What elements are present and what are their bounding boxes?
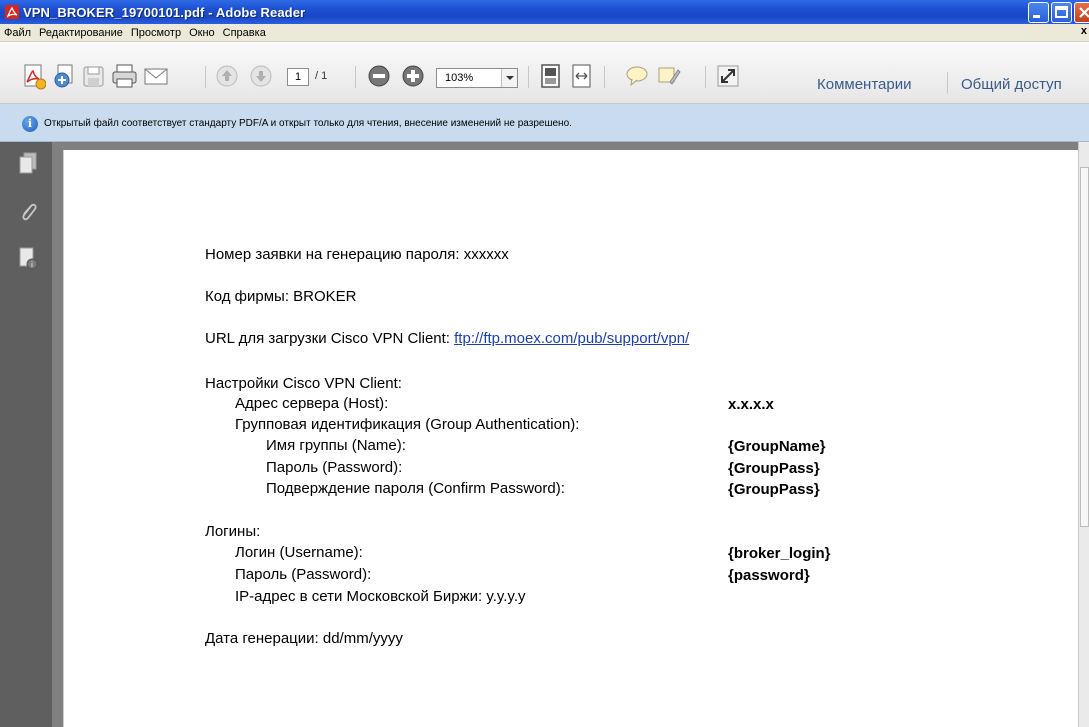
request-number-value: xxxxxx bbox=[463, 246, 509, 263]
next-page-icon[interactable] bbox=[248, 62, 274, 94]
ip-address-label: IP-адрес в сети Московской Биржи: bbox=[235, 588, 487, 605]
comments-tab[interactable]: Комментарии bbox=[817, 76, 911, 93]
generation-date-line: Дата генерации: dd/mm/yyyy bbox=[205, 630, 403, 647]
menu-edit[interactable]: Редактирование bbox=[35, 27, 127, 39]
group-confirm-label: Подверждение пароля (Confirm Password): bbox=[266, 480, 565, 497]
group-name-label: Имя группы (Name): bbox=[266, 437, 406, 454]
password-value: {password} bbox=[728, 567, 810, 584]
fit-page-icon[interactable] bbox=[539, 62, 563, 94]
download-url-link[interactable]: ftp://ftp.moex.com/pub/support/vpn/ bbox=[454, 330, 689, 347]
download-url-label: URL для загрузки Cisco VPN Client: bbox=[205, 330, 455, 347]
password-label: Пароль (Password): bbox=[235, 566, 372, 583]
group-name-value: {GroupName} bbox=[728, 438, 826, 455]
pdf-page: Номер заявки на генерацию пароля: xxxxxx… bbox=[63, 150, 1081, 727]
zoom-select[interactable]: 103% bbox=[436, 68, 518, 88]
settings-title: Настройки Cisco VPN Client: bbox=[205, 375, 402, 392]
previous-page-icon[interactable] bbox=[214, 62, 240, 94]
navigation-panel: i bbox=[0, 142, 52, 727]
generation-date-value: dd/mm/yyyy bbox=[322, 630, 403, 647]
save-icon[interactable] bbox=[82, 62, 106, 94]
maximize-button[interactable] bbox=[1051, 2, 1072, 23]
group-password-label: Пароль (Password): bbox=[266, 459, 403, 476]
scrollbar-thumb[interactable] bbox=[1080, 167, 1089, 527]
group-password-value: {GroupPass} bbox=[728, 460, 820, 477]
open-file-icon[interactable] bbox=[52, 62, 78, 94]
menu-view[interactable]: Просмотр bbox=[127, 27, 185, 39]
username-value: {broker_login} bbox=[728, 545, 831, 562]
pdfa-info-bar: i Открытый файл соответствует стандарту … bbox=[0, 104, 1089, 142]
download-url-line: URL для загрузки Cisco VPN Client: ftp:/… bbox=[205, 330, 689, 347]
highlight-icon[interactable] bbox=[656, 62, 682, 94]
toolbar: 1 / 1 103% Комментарии Общий доступ bbox=[0, 42, 1089, 104]
zoom-in-icon[interactable] bbox=[400, 62, 426, 94]
info-message: Открытый файл соответствует стандарту PD… bbox=[44, 118, 572, 129]
request-number-line: Номер заявки на генерацию пароля: xxxxxx bbox=[205, 246, 509, 263]
comment-icon[interactable] bbox=[624, 62, 650, 94]
menu-file[interactable]: Файл bbox=[0, 27, 35, 39]
firm-code-value: BROKER bbox=[293, 288, 357, 305]
title-bar: VPN_BROKER_19700101.pdf - Adobe Reader bbox=[0, 0, 1089, 24]
share-tab[interactable]: Общий доступ bbox=[961, 76, 1062, 93]
page-number-input[interactable]: 1 bbox=[287, 68, 309, 86]
create-pdf-icon[interactable] bbox=[22, 62, 47, 94]
window-title: VPN_BROKER_19700101.pdf - Adobe Reader bbox=[23, 4, 306, 20]
document-close-button[interactable]: x bbox=[1081, 25, 1087, 37]
ip-address-line: IP-адрес в сети Московской Биржи: y.y.y.… bbox=[235, 588, 526, 605]
zoom-value: 103% bbox=[445, 72, 474, 84]
ip-address-value: y.y.y.y bbox=[486, 588, 526, 605]
pages-icon[interactable] bbox=[17, 152, 39, 174]
close-window-button[interactable] bbox=[1074, 2, 1089, 23]
firm-code-line: Код фирмы: BROKER bbox=[205, 288, 357, 305]
email-icon[interactable] bbox=[143, 62, 169, 94]
firm-code-label: Код фирмы: bbox=[205, 288, 294, 305]
document-properties-icon[interactable]: i bbox=[17, 246, 39, 270]
adobe-pdf-icon bbox=[4, 4, 20, 20]
print-icon[interactable] bbox=[110, 62, 140, 94]
menu-bar: Файл Редактирование Просмотр Окно Справк… bbox=[0, 24, 1089, 42]
info-icon: i bbox=[22, 116, 38, 132]
svg-text:i: i bbox=[31, 261, 33, 269]
request-number-label: Номер заявки на генерацию пароля: bbox=[205, 246, 464, 263]
chevron-down-icon[interactable] bbox=[501, 69, 517, 87]
group-confirm-value: {GroupPass} bbox=[728, 481, 820, 498]
username-label: Логин (Username): bbox=[235, 544, 363, 561]
minimize-button[interactable] bbox=[1028, 2, 1049, 23]
generation-date-label: Дата генерации: bbox=[205, 630, 323, 647]
logins-title: Логины: bbox=[205, 523, 261, 540]
page-total: / 1 bbox=[315, 70, 328, 82]
expand-icon[interactable] bbox=[716, 62, 740, 94]
attachments-icon[interactable] bbox=[17, 200, 39, 222]
server-address-value: x.x.x.x bbox=[728, 396, 774, 413]
vertical-scrollbar[interactable] bbox=[1078, 142, 1089, 727]
fit-width-icon[interactable] bbox=[570, 62, 594, 94]
menu-help[interactable]: Справка bbox=[219, 27, 270, 39]
menu-window[interactable]: Окно bbox=[185, 27, 219, 39]
zoom-out-icon[interactable] bbox=[366, 62, 392, 94]
group-auth-label: Групповая идентификация (Group Authentic… bbox=[235, 416, 580, 433]
server-address-label: Адрес сервера (Host): bbox=[235, 395, 389, 412]
